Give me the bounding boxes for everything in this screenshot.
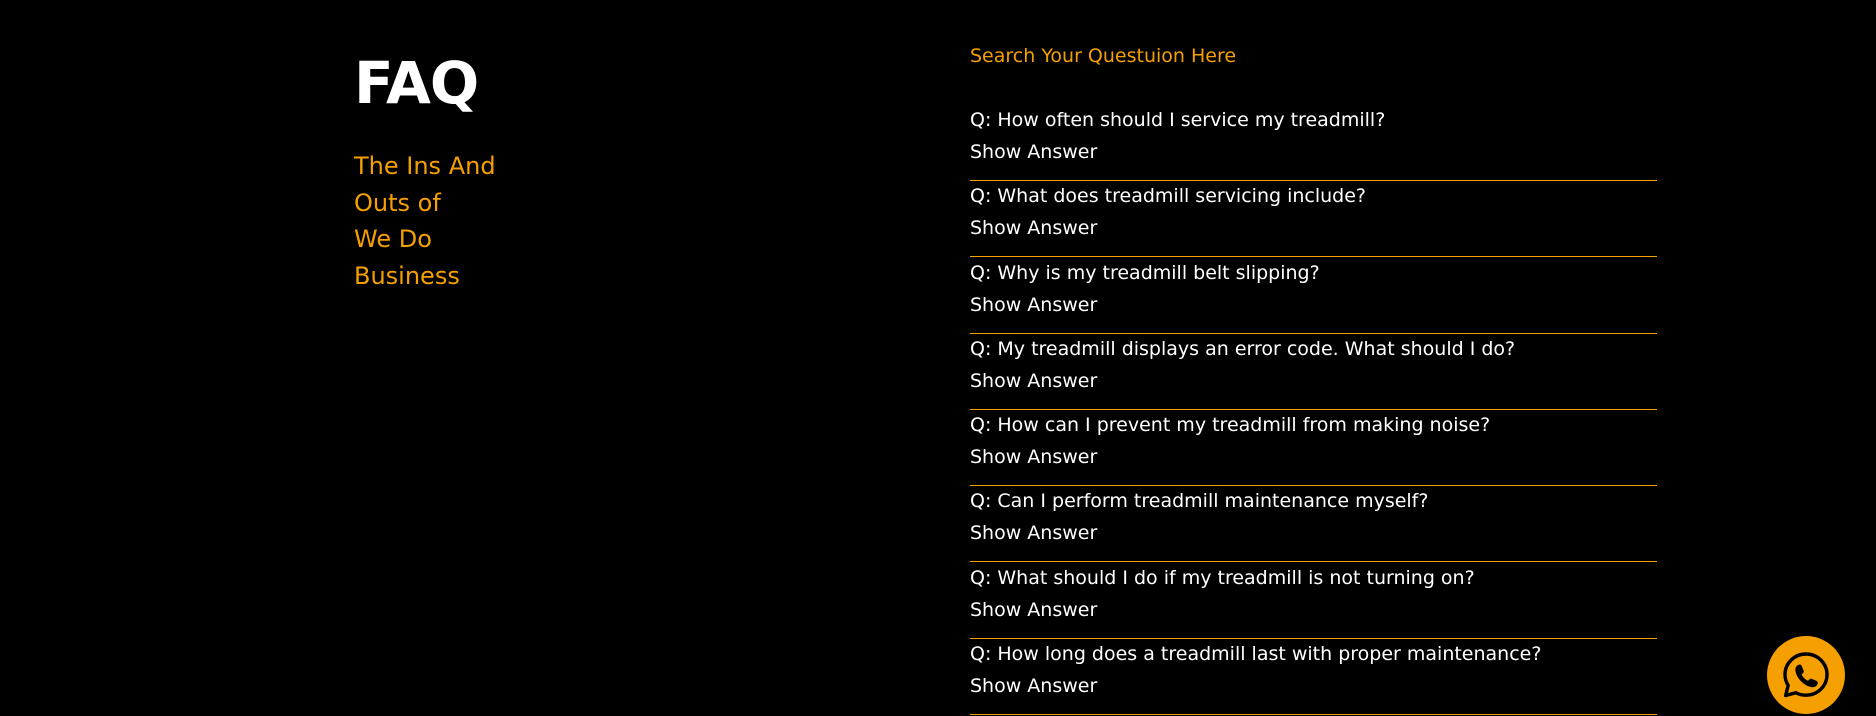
search-question-field[interactable]: Search Your Questuion Here xyxy=(970,44,1657,68)
whatsapp-chat-button[interactable] xyxy=(1767,636,1845,714)
faq-question: Q: Why is my treadmill belt slipping? xyxy=(970,261,1320,284)
faq-item: Q: How often should I service my treadmi… xyxy=(970,106,1657,181)
faq-item: Q: What does treadmill servicing include… xyxy=(970,182,1657,258)
tagline-line: Business xyxy=(354,261,460,290)
faq-question: Q: How long does a treadmill last with p… xyxy=(970,643,1542,666)
tagline: The Ins And Outs of We Do Business xyxy=(354,148,544,294)
faq-item: Q: How can I prevent my treadmill from m… xyxy=(970,411,1657,487)
tagline-line: Outs of xyxy=(354,188,441,217)
faq-item: Q: My treadmill displays an error code. … xyxy=(970,335,1657,410)
faq-item: Q: Can I perform treadmill maintenance m… xyxy=(970,487,1657,563)
faq-question: Q: Can I perform treadmill maintenance m… xyxy=(970,490,1429,513)
faq-item: Q: What should I do if my treadmill is n… xyxy=(970,564,1657,639)
show-answer-button[interactable]: Show Answer xyxy=(970,140,1097,164)
faq-question: Q: What does treadmill servicing include… xyxy=(970,185,1367,208)
show-answer-button[interactable]: Show Answer xyxy=(970,369,1097,393)
show-answer-button[interactable]: Show Answer xyxy=(970,445,1097,469)
tagline-line: The Ins And xyxy=(354,152,496,180)
faq-question: Q: My treadmill displays an error code. … xyxy=(970,337,1516,360)
whatsapp-icon xyxy=(1783,652,1829,698)
faq-item: Q: How long does a treadmill last with p… xyxy=(970,640,1657,716)
faq-section: Search Your Questuion Here Q: How often … xyxy=(970,44,1657,716)
faq-question: Q: How often should I service my treadmi… xyxy=(970,109,1386,131)
show-answer-button[interactable]: Show Answer xyxy=(970,293,1097,317)
faq-header: FAQ The Ins And Outs of We Do Business xyxy=(354,48,654,294)
faq-question: Q: How can I prevent my treadmill from m… xyxy=(970,414,1491,437)
faq-item: Q: Why is my treadmill belt slipping? Sh… xyxy=(970,259,1657,334)
show-answer-button[interactable]: Show Answer xyxy=(970,674,1097,698)
faq-question: Q: What should I do if my treadmill is n… xyxy=(970,566,1475,589)
tagline-line: We Do xyxy=(354,225,432,253)
show-answer-button[interactable]: Show Answer xyxy=(970,521,1097,545)
faq-list: Q: How often should I service my treadmi… xyxy=(970,106,1657,716)
page-title: FAQ xyxy=(354,49,479,117)
show-answer-button[interactable]: Show Answer xyxy=(970,216,1097,240)
show-answer-button[interactable]: Show Answer xyxy=(970,598,1097,622)
